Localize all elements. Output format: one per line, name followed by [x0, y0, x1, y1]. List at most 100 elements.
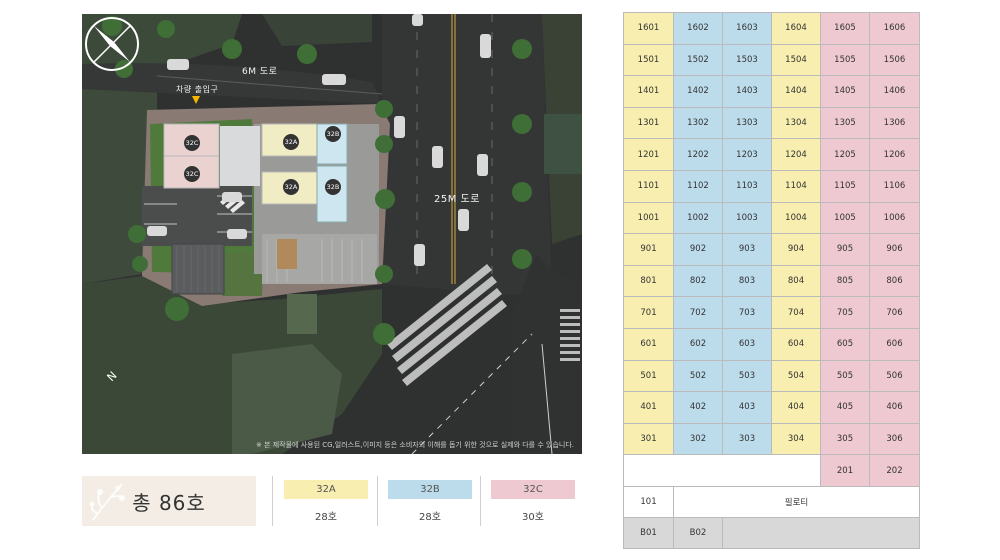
road-25m-label: 25M 도로 — [434, 194, 480, 205]
unit-cell: 502 — [673, 359, 723, 393]
unit-badge-32c: 32C — [184, 135, 200, 151]
unit-cell: 701 — [623, 296, 674, 329]
unit-cell: 1301 — [623, 106, 674, 140]
unit-cell: 605 — [820, 327, 870, 361]
unit-cell: 1004 — [771, 201, 821, 235]
unit-cell: 803 — [722, 264, 772, 298]
unit-cell: 1306 — [869, 106, 920, 140]
unit-cell: 706 — [869, 296, 920, 329]
entrance-arrow-icon — [192, 96, 200, 104]
unit-cell: 1304 — [771, 106, 821, 140]
table-row: 401 402 403 404 405 406 — [623, 391, 920, 424]
unit-cell: 604 — [771, 327, 821, 361]
site-map-illustration — [82, 14, 582, 454]
unit-cell: 1506 — [869, 43, 920, 77]
unit-cell: 1603 — [722, 12, 772, 45]
compass-icon — [85, 17, 139, 71]
unit-cell: 405 — [820, 391, 870, 424]
site-map: 6M 도로 25M 도로 차량 출입구 32C 32C 32A 32A 32B … — [82, 14, 582, 454]
unit-cell: 1203 — [722, 138, 772, 171]
unit-cell: 1406 — [869, 75, 920, 108]
floor-rows: 1601 1602 1603 1604 1605 1606 1501 1502 1503 1504… — [623, 12, 920, 456]
unit-cell: 201 — [820, 454, 870, 488]
legend-type-32c: 32C 30호 — [483, 476, 583, 526]
unit-cell: B02 — [673, 517, 723, 550]
unit-cell: 401 — [623, 391, 674, 424]
unit-cell: 905 — [820, 233, 870, 266]
unit-cell: 702 — [673, 296, 723, 329]
unit-badge-32c: 32C — [184, 166, 200, 182]
unit-cell: 1403 — [722, 75, 772, 108]
unit-cell: 1606 — [869, 12, 920, 45]
unit-cell: 1303 — [722, 106, 772, 140]
legend-swatch-32b: 32B — [388, 480, 472, 499]
legend-swatch-32c: 32C — [491, 480, 575, 499]
legend-divider — [377, 476, 378, 526]
unit-cell: 506 — [869, 359, 920, 393]
unit-cell: 1302 — [673, 106, 723, 140]
unit-cell: 1102 — [673, 169, 723, 203]
unit-cell: 306 — [869, 422, 920, 456]
unit-cell: 901 — [623, 233, 674, 266]
unit-badge-32a: 32A — [283, 179, 299, 195]
vehicle-entrance-label: 차량 출입구 — [176, 85, 219, 94]
unit-cell: 1405 — [820, 75, 870, 108]
unit-cell: 906 — [869, 233, 920, 266]
unit-cell: 1204 — [771, 138, 821, 171]
unit-cell: 503 — [722, 359, 772, 393]
total-units-box: 총 86호 — [82, 476, 256, 526]
unit-cell: 1401 — [623, 75, 674, 108]
unit-cell: 404 — [771, 391, 821, 424]
unit-badge-32b: 32B — [325, 179, 341, 195]
unit-cell: 1601 — [623, 12, 674, 45]
legend-swatch-32a: 32A — [284, 480, 368, 499]
blank-cell — [623, 454, 821, 488]
table-row: 301 302 303 304 305 306 — [623, 422, 920, 456]
unit-cell: 601 — [623, 327, 674, 361]
unit-cell: 1103 — [722, 169, 772, 203]
unit-cell: 501 — [623, 359, 674, 393]
table-row: 801 802 803 804 805 806 — [623, 264, 920, 298]
pilotis-cell: 필로티 — [673, 486, 920, 519]
unit-cell: 1503 — [722, 43, 772, 77]
unit-cell: 1001 — [623, 201, 674, 235]
unit-cell: 1006 — [869, 201, 920, 235]
legend-divider — [480, 476, 481, 526]
table-row: 701 702 703 704 705 706 — [623, 296, 920, 329]
unit-cell: 1505 — [820, 43, 870, 77]
unit-cell: 1105 — [820, 169, 870, 203]
unit-cell: 1201 — [623, 138, 674, 171]
unit-cell: 1602 — [673, 12, 723, 45]
unit-badge-32b: 32B — [325, 126, 341, 142]
unit-cell: 1202 — [673, 138, 723, 171]
blank-cell — [722, 517, 920, 550]
unit-cell: 804 — [771, 264, 821, 298]
legend-type-32a: 32A 28호 — [276, 476, 376, 526]
unit-cell: 1404 — [771, 75, 821, 108]
table-row: 1001 1002 1003 1004 1005 1006 — [623, 201, 920, 235]
unit-cell: 904 — [771, 233, 821, 266]
unit-cell: B01 — [623, 517, 674, 550]
table-row: 901 902 903 904 905 906 — [623, 233, 920, 266]
table-row-floor2: 201 202 — [623, 454, 920, 488]
table-row: 1401 1402 1403 1404 1405 1406 — [623, 75, 920, 108]
unit-allocation-table: 1601 1602 1603 1604 1605 1606 1501 1502 1503 1504… — [623, 12, 920, 550]
unit-badge-32a: 32A — [283, 134, 299, 150]
unit-cell: 1003 — [722, 201, 772, 235]
unit-cell: 403 — [722, 391, 772, 424]
unit-cell: 1504 — [771, 43, 821, 77]
unit-cell: 406 — [869, 391, 920, 424]
leaf-decoration-icon — [89, 483, 125, 521]
unit-cell: 801 — [623, 264, 674, 298]
table-row: 1501 1502 1503 1504 1505 1506 — [623, 43, 920, 77]
unit-cell: 703 — [722, 296, 772, 329]
unit-cell: 1305 — [820, 106, 870, 140]
table-row-floor1: 101 필로티 — [623, 486, 920, 519]
unit-cell: 1005 — [820, 201, 870, 235]
unit-cell: 603 — [722, 327, 772, 361]
unit-cell: 1605 — [820, 12, 870, 45]
unit-cell: 1002 — [673, 201, 723, 235]
table-row: 601 602 603 604 605 606 — [623, 327, 920, 361]
unit-cell: 305 — [820, 422, 870, 456]
unit-cell: 1101 — [623, 169, 674, 203]
